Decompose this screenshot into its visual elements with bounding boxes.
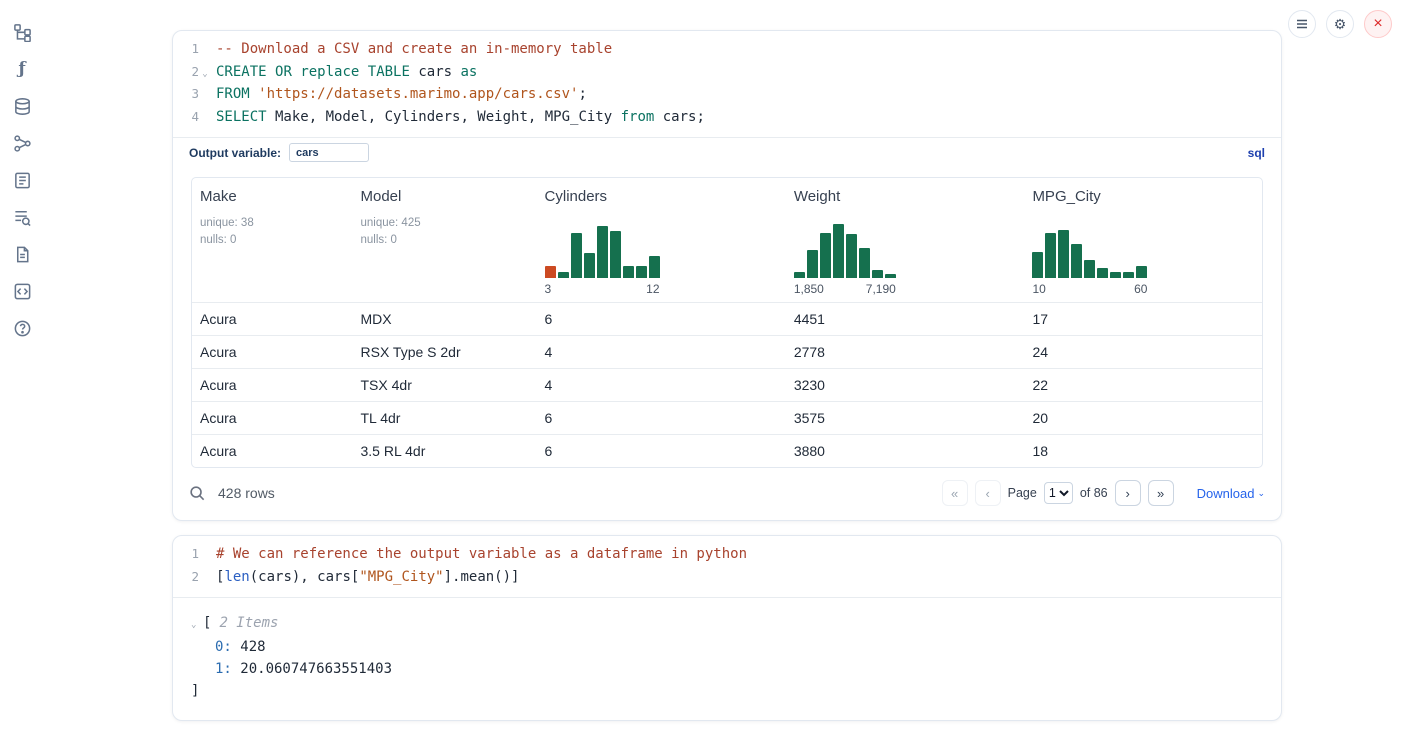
column-cylinders[interactable]: Cylinders312	[537, 178, 786, 302]
column-model[interactable]: Modelunique: 425nulls: 0	[353, 178, 537, 302]
tree-entry: 0: 428	[173, 636, 1281, 658]
menu-button[interactable]	[1288, 10, 1316, 38]
table-body: AcuraMDX6445117AcuraRSX Type S 2dr427782…	[192, 302, 1262, 467]
snippets-icon[interactable]	[12, 281, 32, 301]
pagination: « ‹ Page 1 of 86 › » Download⌄	[942, 480, 1265, 506]
table-row[interactable]: AcuraTSX 4dr4323022	[192, 368, 1262, 401]
histogram: 1,8507,190	[794, 222, 1017, 296]
page-select[interactable]: 1	[1044, 482, 1073, 504]
histogram: 312	[545, 222, 778, 296]
page-label: Page	[1008, 486, 1037, 500]
chevron-down-icon: ⌄	[1257, 488, 1265, 499]
help-icon[interactable]	[12, 318, 32, 338]
result-table: Makeunique: 38nulls: 0Modelunique: 425nu…	[191, 177, 1263, 468]
dependency-graph-icon[interactable]	[12, 133, 32, 153]
tree-collapse-icon[interactable]: ⌄	[191, 614, 203, 636]
row-count: 428 rows	[218, 485, 275, 501]
python-code-editor[interactable]: 1 # We can reference the output variable…	[173, 536, 1281, 597]
first-page-button[interactable]: «	[942, 480, 968, 506]
search-icon[interactable]	[189, 485, 206, 502]
sql-code-editor[interactable]: 1 -- Download a CSV and create an in-mem…	[173, 31, 1281, 137]
shutdown-close-icon[interactable]: ×	[1364, 10, 1392, 38]
outline-icon[interactable]	[12, 170, 32, 190]
tree-entry: 1: 20.060747663551403	[173, 658, 1281, 680]
datasets-icon[interactable]	[12, 96, 32, 116]
file-explorer-icon[interactable]	[12, 22, 32, 42]
python-cell: 1 # We can reference the output variable…	[172, 535, 1282, 721]
output-variable-row: Output variable: sql	[173, 137, 1281, 167]
notebook-controls: ⚙ ×	[1288, 10, 1392, 38]
settings-gear-icon[interactable]: ⚙	[1326, 10, 1354, 38]
tree-close-bracket: ]	[173, 680, 1281, 702]
table-header: Makeunique: 38nulls: 0Modelunique: 425nu…	[192, 178, 1262, 302]
table-row[interactable]: Acura3.5 RL 4dr6388018	[192, 434, 1262, 467]
column-mpg_city[interactable]: MPG_City1060	[1024, 178, 1262, 302]
language-badge: sql	[1248, 146, 1265, 160]
table-footer: 428 rows « ‹ Page 1 of 86 › » Download⌄	[173, 468, 1281, 520]
column-make[interactable]: Makeunique: 38nulls: 0	[192, 178, 353, 302]
sql-cell: 1 -- Download a CSV and create an in-mem…	[172, 30, 1282, 521]
tree-entries: 0: 4281: 20.060747663551403	[173, 636, 1281, 680]
download-button[interactable]: Download⌄	[1197, 486, 1265, 501]
table-row[interactable]: AcuraRSX Type S 2dr4277824	[192, 335, 1262, 368]
column-weight[interactable]: Weight1,8507,190	[786, 178, 1025, 302]
tree-open-bracket: [	[203, 612, 211, 634]
next-page-button[interactable]: ›	[1115, 480, 1141, 506]
documentation-icon[interactable]	[12, 244, 32, 264]
prev-page-button[interactable]: ‹	[975, 480, 1001, 506]
page-total-label: of 86	[1080, 486, 1108, 500]
logs-icon[interactable]	[12, 207, 32, 227]
last-page-button[interactable]: »	[1148, 480, 1174, 506]
histogram: 1060	[1032, 222, 1254, 296]
helper-sidebar: ƒ	[0, 0, 44, 729]
python-output: ⌄ [ 2 Items 0: 4281: 20.060747663551403 …	[173, 597, 1281, 720]
tree-items-count: 2 Items	[219, 612, 278, 634]
table-row[interactable]: AcuraMDX6445117	[192, 302, 1262, 335]
output-variable-label: Output variable:	[189, 146, 281, 160]
scratchpad-icon[interactable]: ƒ	[12, 59, 32, 79]
output-variable-input[interactable]	[289, 143, 369, 162]
table-row[interactable]: AcuraTL 4dr6357520	[192, 401, 1262, 434]
